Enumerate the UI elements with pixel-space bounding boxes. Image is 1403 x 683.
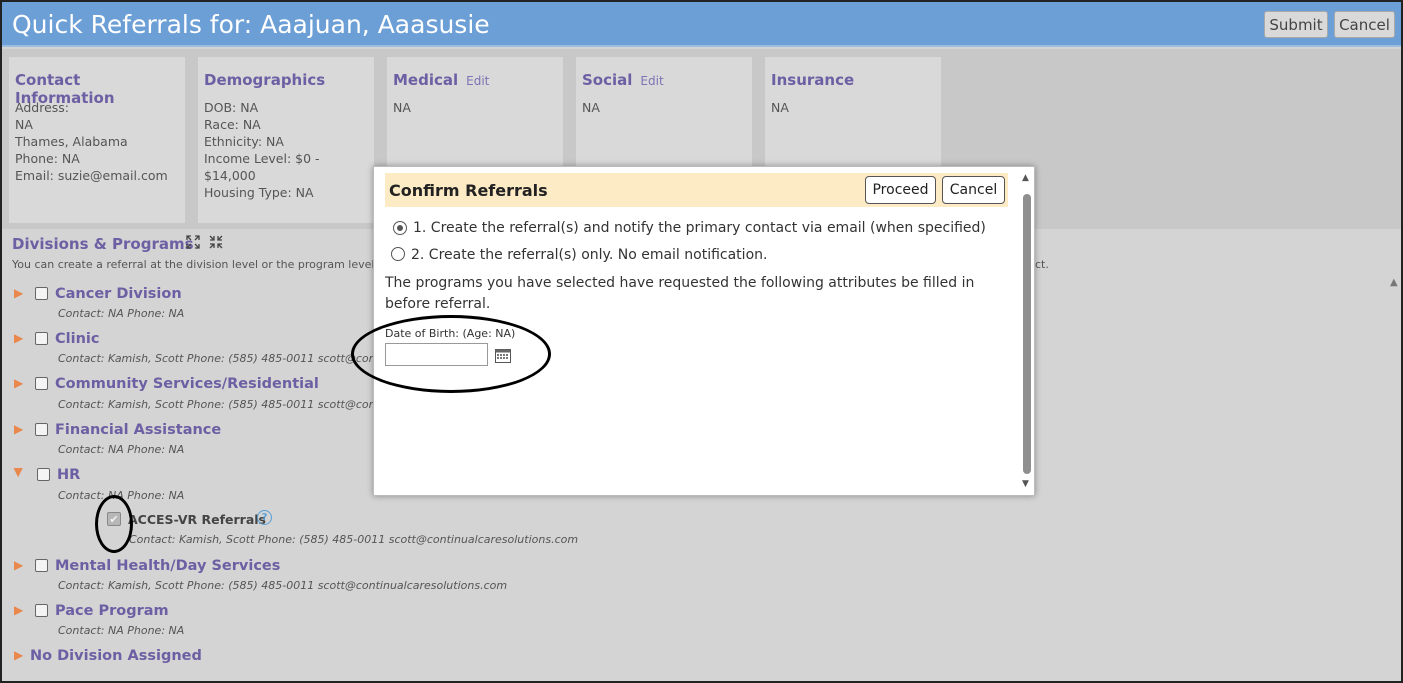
calendar-icon[interactable] <box>495 348 511 363</box>
proceed-button[interactable]: Proceed <box>865 176 936 204</box>
division-name[interactable]: Pace Program <box>55 603 169 619</box>
division-checkbox[interactable] <box>37 468 50 481</box>
division-contact: Contact: Kamish, Scott Phone: (585) 485-… <box>58 352 404 365</box>
help-icon[interactable]: ? <box>257 510 272 525</box>
dialog-scrollbar[interactable]: ▲ ▼ <box>1022 173 1032 491</box>
expand-all-icon[interactable] <box>185 234 201 250</box>
dob-label: Date of Birth: (Age: NA) <box>385 327 516 340</box>
program-name[interactable]: ACCES-VR Referrals <box>128 512 266 527</box>
division-contact: Contact: NA Phone: NA <box>58 307 185 320</box>
divisions-hint-text: You can create a referral at the divisio… <box>12 258 406 271</box>
division-contact: Contact: NA Phone: NA <box>58 443 185 456</box>
card-title-text: Medical <box>393 71 459 89</box>
dialog-cancel-button[interactable]: Cancel <box>942 176 1005 204</box>
division-contact: Contact: Kamish, Scott Phone: (585) 485-… <box>58 398 404 411</box>
scroll-up-icon[interactable]: ▲ <box>1022 173 1029 183</box>
card-lines: DOB: NA Race: NA Ethnicity: NA Income Le… <box>204 99 374 201</box>
division-checkbox[interactable] <box>35 559 48 572</box>
program-checkbox-checked[interactable]: ✔ <box>107 512 121 526</box>
card-title: Social Edit <box>582 71 664 89</box>
scroll-down-icon[interactable]: ▼ <box>1022 479 1029 489</box>
dialog-header: Confirm Referrals Proceed Cancel <box>385 173 1008 207</box>
card-line: Thames, Alabama <box>15 134 128 149</box>
card-line: Address: <box>15 100 69 115</box>
attributes-message: The programs you have selected have requ… <box>385 275 975 312</box>
division-checkbox[interactable] <box>35 423 48 436</box>
collapse-all-icon[interactable] <box>208 234 224 250</box>
card-line: NA <box>15 117 33 132</box>
division-checkbox[interactable] <box>35 604 48 617</box>
divisions-programs-title: Divisions & Programs <box>12 235 194 253</box>
card-title: Demographics <box>204 71 326 89</box>
scroll-up-arrow-icon[interactable]: ▲ <box>1390 277 1398 288</box>
division-name[interactable]: Clinic <box>55 331 99 347</box>
division-contact: Contact: NA Phone: NA <box>58 624 185 637</box>
division-name[interactable]: Community Services/Residential <box>55 376 319 392</box>
card-value: NA <box>771 100 789 115</box>
card-title-text: Social <box>582 71 633 89</box>
expand-caret-icon[interactable]: ▶ <box>14 422 23 436</box>
division-contact: Contact: Kamish, Scott Phone: (585) 485-… <box>58 579 508 592</box>
card-line: Phone: NA <box>15 151 80 166</box>
division-name[interactable]: HR <box>57 467 80 483</box>
card-line: DOB: NA <box>204 100 259 115</box>
card-line: Ethnicity: NA <box>204 134 284 149</box>
medical-edit-link[interactable]: Edit <box>466 74 489 88</box>
scroll-thumb[interactable] <box>1023 194 1031 474</box>
demographics-card: Demographics DOB: NA Race: NA Ethnicity:… <box>198 57 374 223</box>
expand-caret-icon[interactable]: ▶ <box>14 376 23 390</box>
option-notify-radio[interactable] <box>393 221 407 235</box>
cancel-button[interactable]: Cancel <box>1334 11 1395 38</box>
page-header: Quick Referrals for: Aaajuan, Aaasusie S… <box>2 2 1401 47</box>
dialog-title: Confirm Referrals <box>389 181 548 200</box>
contact-information-card: Contact Information Address: NA Thames, … <box>9 57 185 223</box>
confirm-referrals-dialog: Confirm Referrals Proceed Cancel 1. Crea… <box>373 166 1035 496</box>
division-name[interactable]: No Division Assigned <box>30 648 202 664</box>
dob-input[interactable] <box>385 343 488 366</box>
division-checkbox[interactable] <box>35 332 48 345</box>
program-contact: Contact: Kamish, Scott Phone: (585) 485-… <box>129 533 579 546</box>
option-no-email-label[interactable]: 2. Create the referral(s) only. No email… <box>411 247 767 263</box>
expand-caret-icon[interactable]: ▶ <box>14 558 23 572</box>
divisions-hint-tail: ct. <box>1035 258 1049 271</box>
submit-button[interactable]: Submit <box>1264 11 1328 38</box>
card-line: Race: NA <box>204 117 261 132</box>
division-name[interactable]: Cancer Division <box>55 286 182 302</box>
card-line: Email: suzie@email.com <box>15 168 168 183</box>
division-contact: Contact: NA Phone: NA <box>58 489 185 502</box>
card-value: NA <box>582 100 600 115</box>
card-title: Medical Edit <box>393 71 489 89</box>
page-title: Quick Referrals for: Aaajuan, Aaasusie <box>12 10 490 39</box>
option-no-email-radio[interactable] <box>391 247 405 261</box>
expand-caret-icon[interactable]: ▶ <box>14 331 23 345</box>
card-line: Income Level: $0 - $14,000 <box>204 151 320 183</box>
card-line: Housing Type: NA <box>204 185 314 200</box>
division-name[interactable]: Mental Health/Day Services <box>55 558 280 574</box>
expand-caret-icon[interactable]: ▶ <box>14 286 23 300</box>
collapse-caret-icon[interactable]: ▶ <box>12 468 26 477</box>
option-notify-label[interactable]: 1. Create the referral(s) and notify the… <box>413 220 986 236</box>
expand-caret-icon[interactable]: ▶ <box>14 603 23 617</box>
social-edit-link[interactable]: Edit <box>640 74 663 88</box>
division-checkbox[interactable] <box>35 287 48 300</box>
division-name[interactable]: Financial Assistance <box>55 422 221 438</box>
card-value: NA <box>393 100 411 115</box>
division-checkbox[interactable] <box>35 377 48 390</box>
card-title: Insurance <box>771 71 855 89</box>
card-lines: Address: NA Thames, Alabama Phone: NA Em… <box>15 99 168 184</box>
expand-caret-icon[interactable]: ▶ <box>14 648 23 662</box>
